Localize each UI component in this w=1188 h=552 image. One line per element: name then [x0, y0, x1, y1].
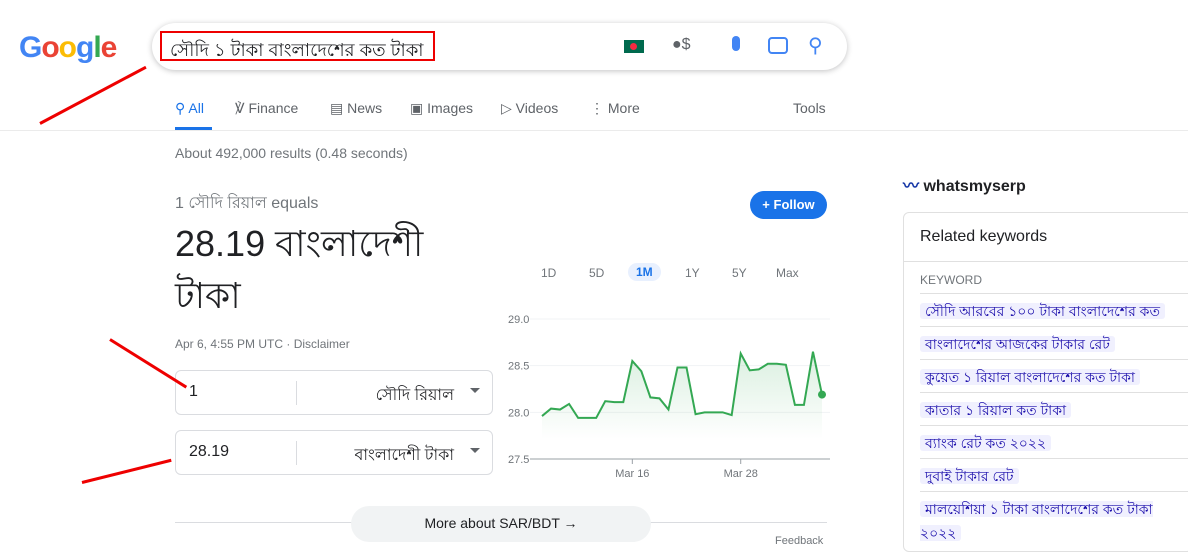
whatsmyserp-logo-icon: 〰 — [903, 178, 920, 195]
conversion-result: 28.19 বাংলাদেশী টাকা — [175, 223, 424, 316]
more-about-button[interactable]: More about SAR/BDT → — [351, 506, 651, 542]
search-icon: ⚲ — [175, 100, 186, 116]
y-tick-label: 29.0 — [508, 314, 529, 326]
more-vert-icon: ⋮ — [590, 100, 604, 116]
search-box[interactable]: সৌদি ১ টাকা বাংলাদেশের কত টাকা ●$ ⚲ — [152, 23, 847, 70]
arrow-right-icon: → — [563, 515, 578, 531]
range-1y[interactable]: 1Y — [685, 266, 700, 280]
news-icon: ▤ — [330, 100, 344, 116]
tab-finance[interactable]: ℣ Finance — [235, 100, 298, 117]
camera-icon[interactable] — [768, 37, 788, 54]
tab-images[interactable]: ▣ Images — [410, 100, 473, 117]
range-max[interactable]: Max — [776, 266, 799, 280]
range-1m[interactable]: 1M — [628, 263, 661, 281]
keyword-link[interactable]: সৌদি আরবের ১০০ টাকা বাংলাদেশের কত — [920, 303, 1165, 319]
keyword-item[interactable]: সৌদি আরবের ১০০ টাকা বাংলাদেশের কত — [920, 293, 1188, 328]
follow-label: Follow — [773, 197, 815, 212]
tab-label: All — [188, 100, 204, 116]
tab-label: Images — [427, 100, 474, 116]
keyword-link[interactable]: ব্যাংক রেট কত ২০২২ — [920, 435, 1052, 451]
whatsmyserp-brand: 〰 whatsmyserp — [903, 172, 1026, 196]
tab-label: News — [347, 100, 383, 116]
y-tick-label: 28.5 — [508, 361, 529, 373]
y-tick-label: 27.5 — [508, 454, 529, 466]
x-tick-label: Mar 16 — [615, 468, 649, 480]
follow-button[interactable]: + Follow — [750, 191, 827, 219]
x-tick-label: Mar 28 — [724, 468, 758, 480]
dropdown-caret-icon[interactable] — [470, 388, 480, 398]
brand-name: whatsmyserp — [923, 178, 1026, 195]
related-keywords-panel: Related keywords KEYWORD সৌদি আরবের ১০০ … — [903, 212, 1188, 552]
from-unit-select[interactable]: সৌদি রিয়াল — [376, 382, 454, 409]
panel-title: Related keywords — [920, 228, 1048, 245]
bangladesh-flag-icon[interactable] — [624, 40, 644, 53]
to-amount-input[interactable]: 28.19 — [189, 443, 229, 461]
data-point — [818, 390, 826, 399]
divider — [904, 261, 1188, 262]
to-unit-select[interactable]: বাংলাদেশী টাকা — [354, 442, 454, 469]
tab-label: More — [607, 100, 640, 116]
keyword-link[interactable]: কাতার ১ রিয়াল কত টাকা — [920, 402, 1072, 418]
tab-label: Finance — [248, 100, 299, 116]
tab-more[interactable]: ⋮ More — [590, 100, 640, 117]
feedback-link[interactable]: Feedback — [775, 535, 823, 547]
result-stats: About 492,000 results (0.48 seconds) — [175, 145, 408, 161]
keyword-item[interactable]: দুবাই টাকার রেট — [920, 458, 1188, 493]
keyword-item[interactable]: কুয়েত ১ রিয়াল বাংলাদেশের কত টাকা — [920, 359, 1188, 394]
search-input[interactable]: সৌদি ১ টাকা বাংলাদেশের কত টাকা — [160, 31, 435, 61]
image-icon: ▣ — [410, 100, 424, 116]
keyword-item[interactable]: মালয়েশিয়া ১ টাকা বাংলাদেশের কত টাকা ২০… — [920, 491, 1188, 550]
more-label: More about SAR/BDT — [424, 515, 560, 531]
search-icon[interactable]: ⚲ — [808, 33, 823, 58]
from-currency: 1 সৌদি রিয়াল — [175, 370, 493, 415]
currency-icon[interactable]: ●$ — [672, 36, 691, 54]
keyword-item[interactable]: ব্যাংক রেট কত ২০২২ — [920, 425, 1188, 460]
range-5d[interactable]: 5D — [589, 266, 604, 280]
from-amount-input[interactable]: 1 — [189, 383, 198, 401]
tab-all[interactable]: ⚲ All — [175, 100, 204, 117]
annotation-arrow — [39, 65, 147, 125]
range-5y[interactable]: 5Y — [732, 266, 747, 280]
tab-news[interactable]: ▤ News — [330, 100, 382, 117]
tab-label: Videos — [515, 100, 559, 116]
dropdown-caret-icon[interactable] — [470, 448, 480, 458]
y-tick-label: 28.0 — [508, 407, 529, 419]
keyword-link[interactable]: দুবাই টাকার রেট — [920, 468, 1019, 484]
keyword-link[interactable]: মালয়েশিয়া ১ টাকা বাংলাদেশের কত টাকা ২০… — [920, 501, 1153, 541]
annotation-arrow — [81, 458, 172, 484]
keyword-link[interactable]: বাংলাদেশের আজকের টাকার রেট — [920, 336, 1115, 352]
rate-chart: 29.0 28.5 28.0 27.5 Mar 16 Mar 28 — [508, 314, 830, 480]
conversion-label: 1 সৌদি রিয়াল equals — [175, 195, 319, 212]
column-header: KEYWORD — [920, 273, 983, 287]
google-logo[interactable]: Google — [19, 31, 117, 65]
range-1d[interactable]: 1D — [541, 266, 556, 280]
finance-icon: ℣ — [235, 100, 245, 116]
conversion-date: Apr 6, 4:55 PM UTC · Disclaimer — [175, 337, 350, 351]
tools-button[interactable]: Tools — [793, 100, 826, 116]
video-icon: ▷ — [501, 100, 512, 116]
keyword-item[interactable]: বাংলাদেশের আজকের টাকার রেট — [920, 326, 1188, 361]
divider — [0, 130, 1188, 131]
keyword-item[interactable]: কাতার ১ রিয়াল কত টাকা — [920, 392, 1188, 427]
to-currency: 28.19 বাংলাদেশী টাকা — [175, 430, 493, 475]
keyword-link[interactable]: কুয়েত ১ রিয়াল বাংলাদেশের কত টাকা — [920, 369, 1140, 385]
tab-videos[interactable]: ▷ Videos — [501, 100, 558, 117]
microphone-icon[interactable] — [732, 36, 740, 51]
